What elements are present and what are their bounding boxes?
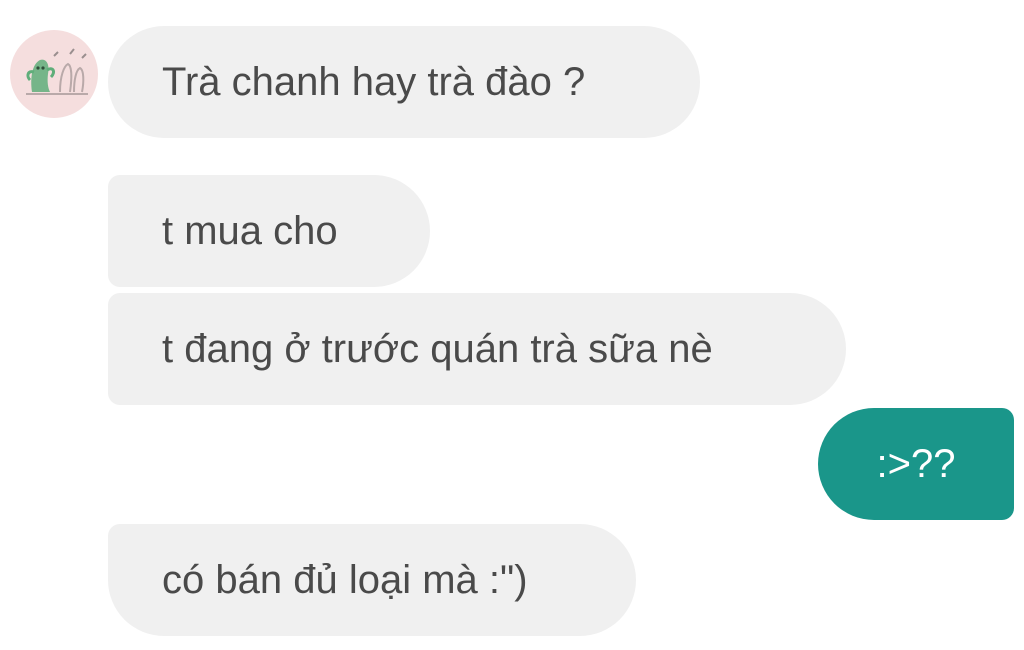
outgoing-message-bubble[interactable]: :>?? (818, 408, 1014, 520)
message-text: :>?? (876, 441, 956, 486)
cactus-doodle-icon (26, 48, 88, 95)
message-text: t mua cho (162, 208, 338, 253)
message-text: Trà chanh hay trà đào ? (162, 59, 586, 104)
incoming-message-bubble[interactable]: có bán đủ loại mà :") (108, 524, 636, 636)
message-text: t đang ở trước quán trà sữa nè (162, 326, 713, 371)
contact-avatar[interactable] (10, 30, 98, 118)
message-text: có bán đủ loại mà :") (162, 557, 528, 602)
incoming-message-bubble[interactable]: t đang ở trước quán trà sữa nè (108, 293, 846, 405)
incoming-message-bubble[interactable]: t mua cho (108, 175, 430, 287)
chat-thread: Trà chanh hay trà đào ? t mua cho t đang… (0, 0, 1024, 650)
incoming-message-bubble[interactable]: Trà chanh hay trà đào ? (108, 26, 700, 138)
